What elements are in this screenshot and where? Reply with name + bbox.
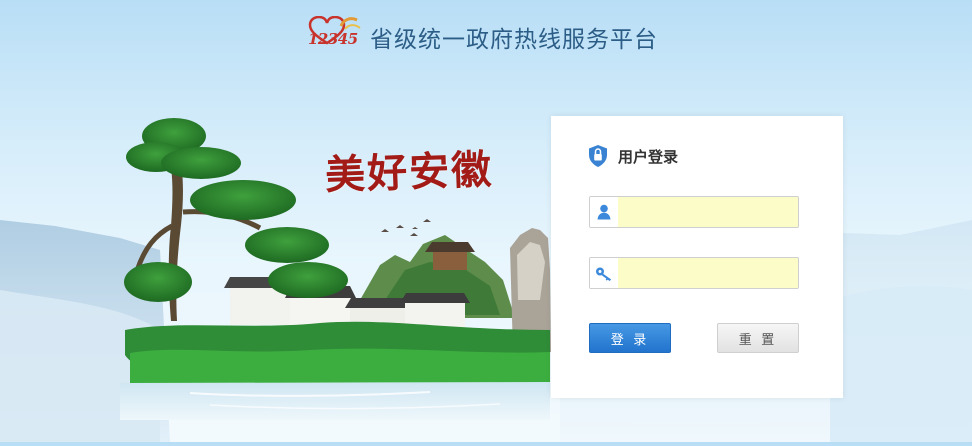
password-input[interactable]: [618, 258, 798, 288]
lock-shield-icon: [589, 145, 607, 167]
user-icon: [597, 204, 611, 220]
key-icon: [596, 267, 612, 281]
login-title: 用户登录: [618, 147, 679, 166]
password-field[interactable]: [589, 257, 799, 289]
brand-slogan: 美好安徽: [324, 146, 494, 199]
key-icon: [590, 258, 618, 288]
user-icon: [590, 197, 618, 227]
login-button[interactable]: 登 录: [589, 323, 671, 353]
birds: [381, 219, 431, 236]
login-heading: 用户登录: [587, 144, 678, 168]
username-field[interactable]: [589, 196, 799, 228]
login-panel: 用户登录 登 录 重 置: [551, 116, 843, 398]
reset-button[interactable]: 重 置: [717, 323, 799, 353]
username-input[interactable]: [618, 197, 798, 227]
